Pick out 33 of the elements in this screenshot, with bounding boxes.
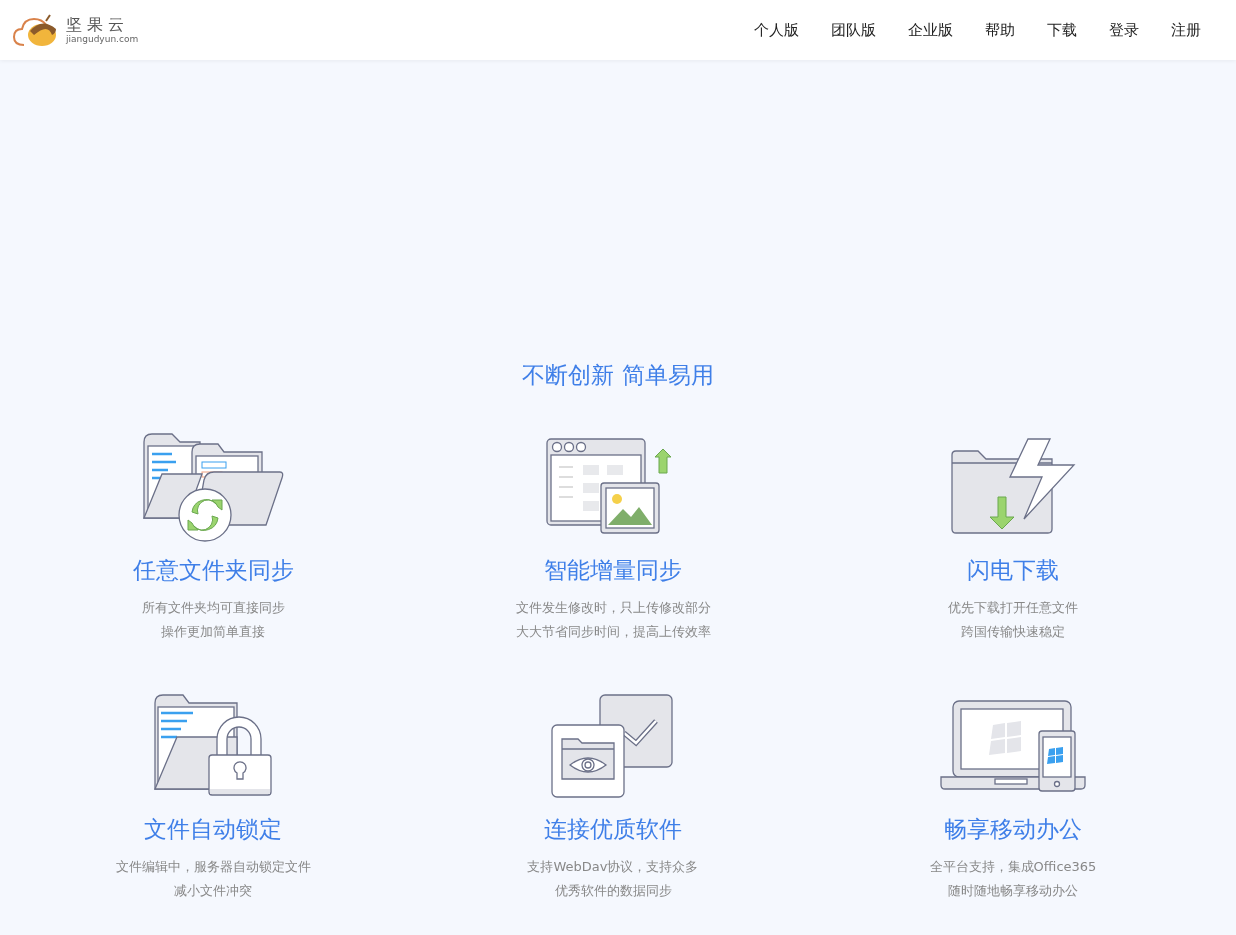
feature-description: 随时随地畅享移动办公 (948, 882, 1078, 900)
section-heading: 不断创新 简单易用 (521, 361, 715, 390)
nav-link[interactable]: 个人版 (739, 14, 814, 46)
nav-link[interactable]: 下载 (1032, 14, 1092, 46)
feature-title: 任意文件夹同步 (132, 556, 294, 585)
feature-description: 全平台支持，集成Office365 (929, 858, 1097, 876)
folder-sync-icon (142, 432, 284, 542)
logo-name: 坚果云 (66, 16, 130, 34)
folder-lightning-download-icon (948, 437, 1078, 537)
feature-description: 所有文件夹均可直接同步 (141, 599, 285, 617)
nav-link[interactable]: 注册 (1156, 14, 1216, 46)
feature-title: 智能增量同步 (544, 556, 682, 585)
feature-title: 闪电下载 (967, 556, 1059, 585)
feature-description: 文件发生修改时，只上传修改部分 (515, 599, 711, 617)
feature-title: 文件自动锁定 (144, 815, 282, 844)
feature-description: 跨国传输快速稳定 (961, 623, 1065, 641)
feature-title: 连接优质软件 (544, 815, 682, 844)
laptop-phone-icon (939, 699, 1087, 793)
feature-title: 畅享移动办公 (944, 815, 1082, 844)
feature-description: 大大节省同步时间，提高上传效率 (515, 623, 711, 641)
logo-domain: jiangudyun.com (66, 34, 139, 44)
nav-link[interactable]: 企业版 (893, 14, 968, 46)
feature-description: 减小文件冲突 (174, 882, 252, 900)
nav-link[interactable]: 登录 (1094, 14, 1154, 46)
feature-description: 文件编辑中，服务器自动锁定文件 (115, 858, 311, 876)
feature-description: 支持WebDav协议，支持众多 (527, 858, 699, 876)
feature-description: 优先下载打开任意文件 (948, 599, 1078, 617)
feature-description: 操作更加简单直接 (161, 623, 265, 641)
feature-description: 优秀软件的数据同步 (554, 882, 672, 900)
nav-link[interactable]: 团队版 (816, 14, 891, 46)
nav-link[interactable]: 帮助 (970, 14, 1030, 46)
eye-folder-check-icon (550, 693, 676, 799)
folder-padlock-icon (153, 693, 273, 799)
